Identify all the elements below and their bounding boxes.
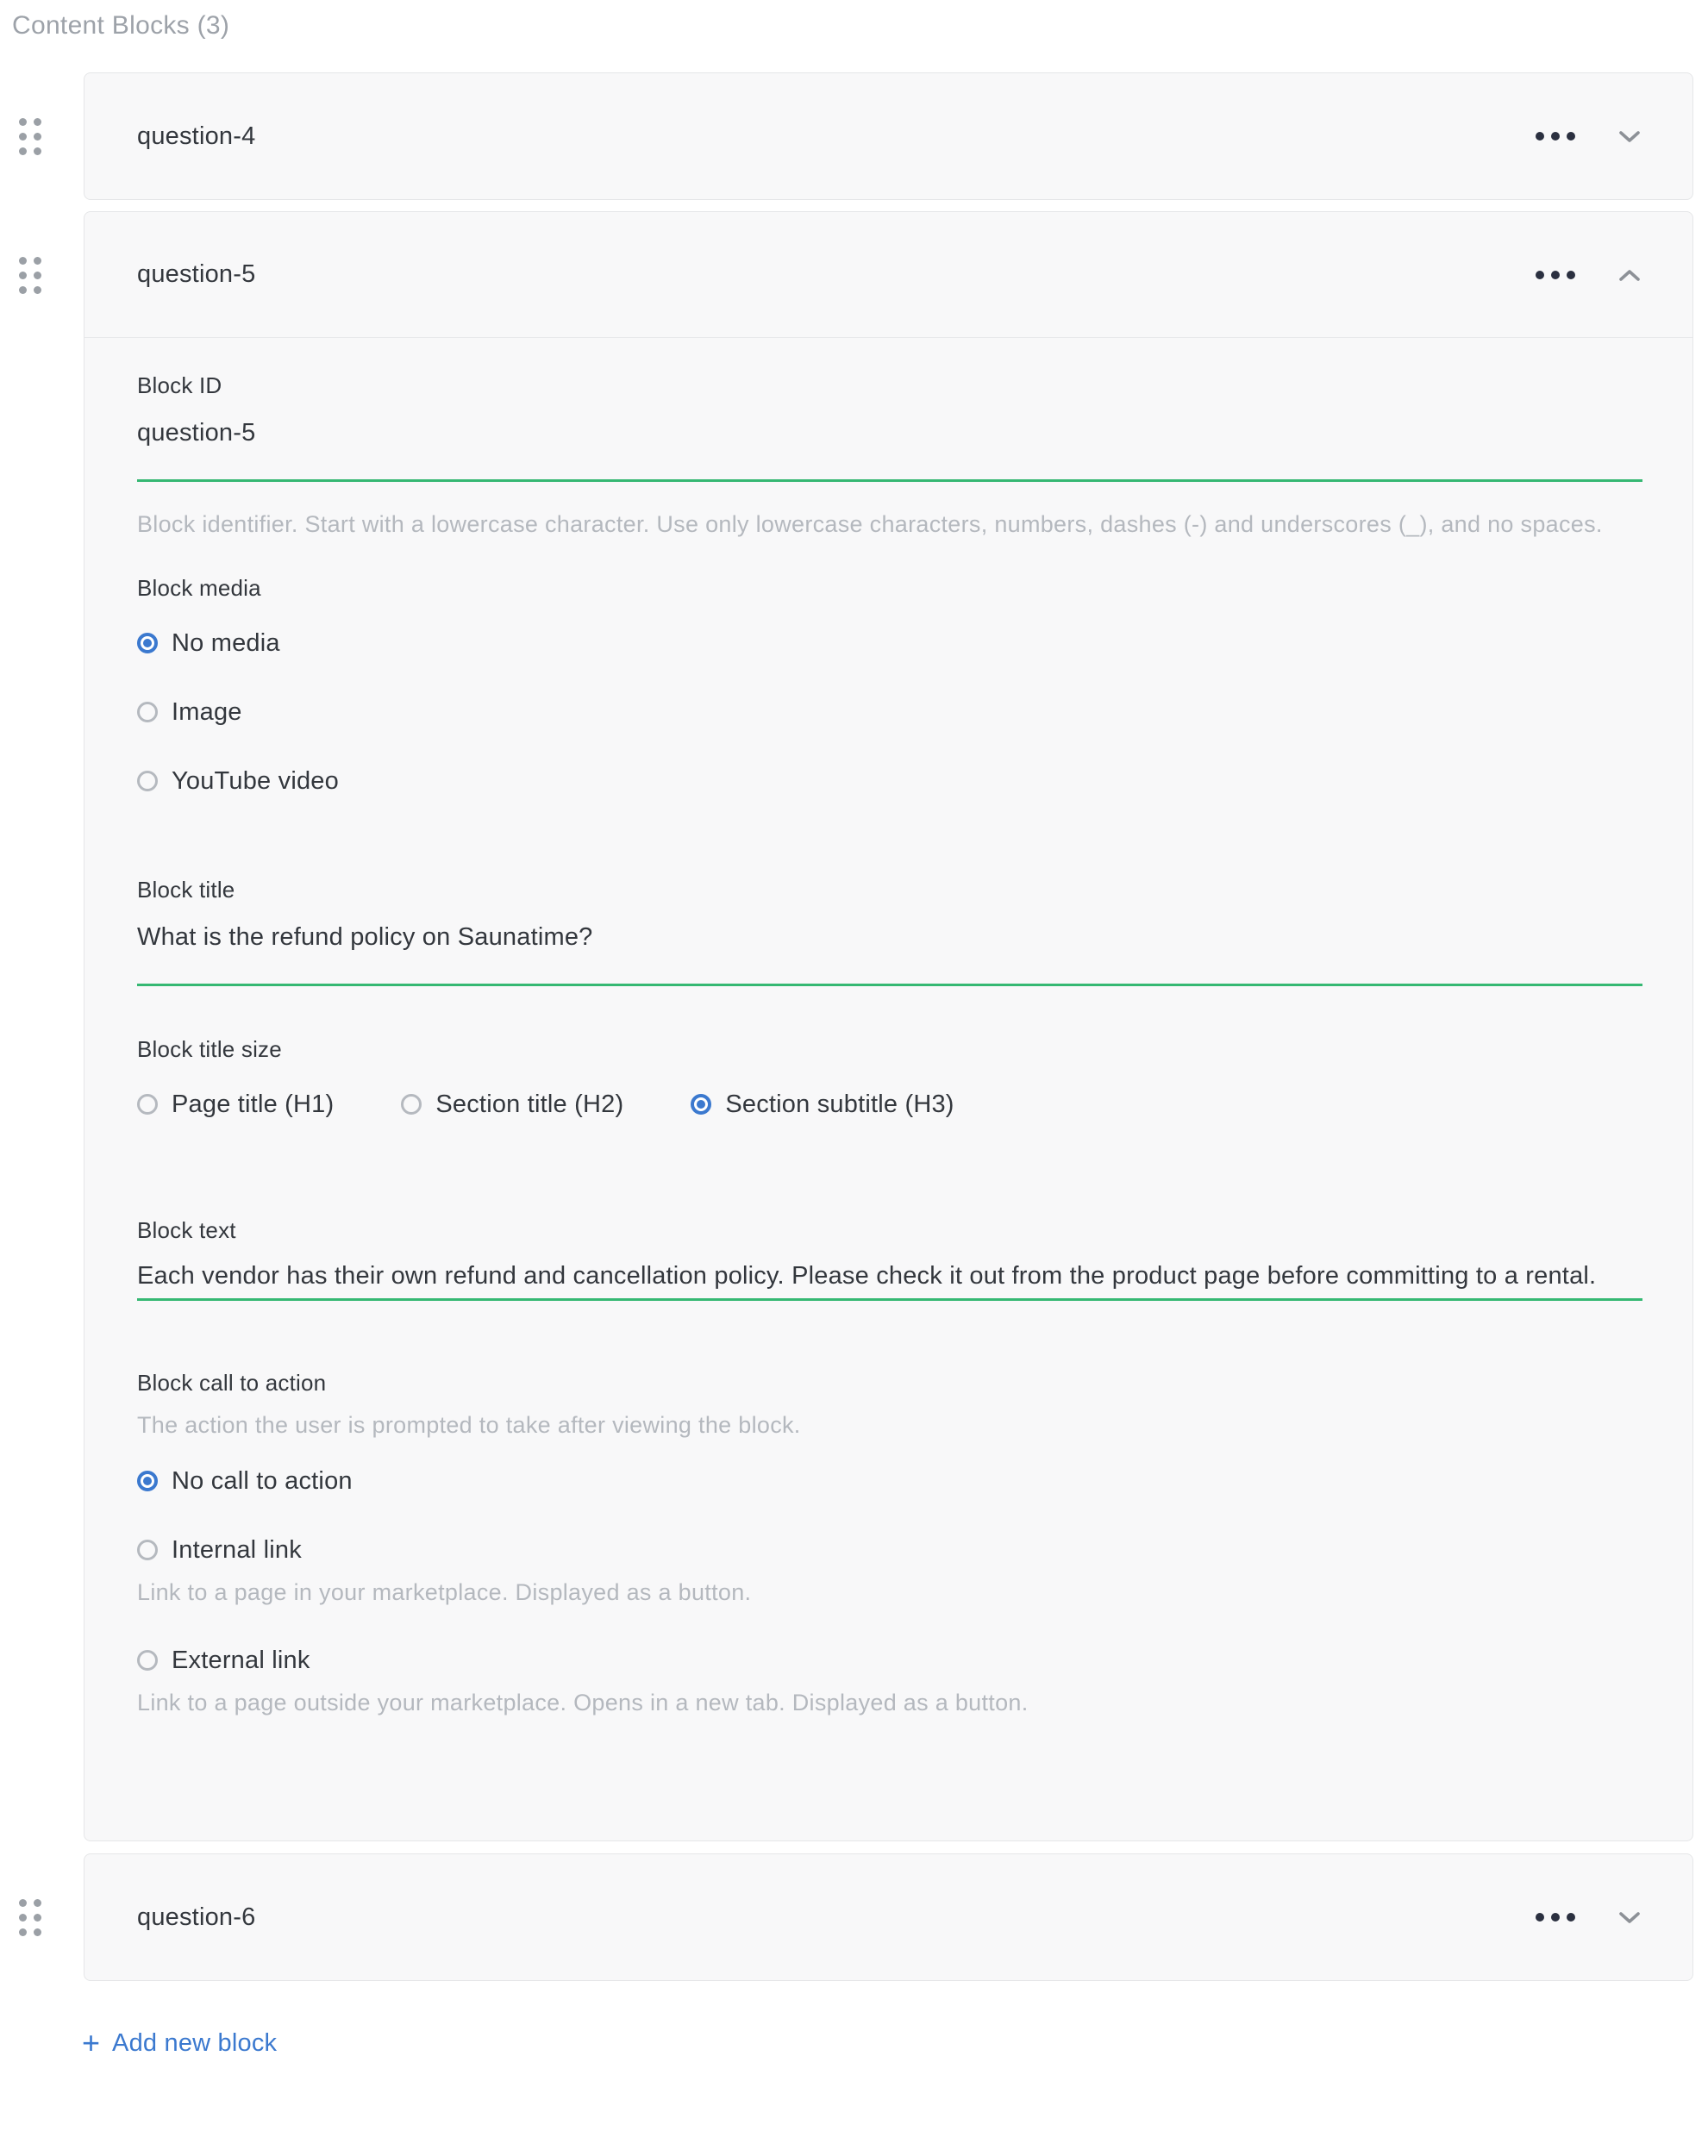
radio-label: Section title (H2) xyxy=(435,1090,623,1119)
block-header[interactable]: question-6 xyxy=(84,1854,1692,1980)
block-text-label: Block text xyxy=(137,1215,1642,1245)
radio-label: Internal link xyxy=(172,1536,302,1565)
block-id-help: Block identifier. Start with a lowercase… xyxy=(137,503,1642,546)
drag-handle-icon[interactable] xyxy=(19,1899,41,1936)
chevron-down-icon[interactable] xyxy=(1615,1907,1644,1928)
internal-link-help: Link to a page in your marketplace. Disp… xyxy=(137,1577,1642,1608)
plus-icon: + xyxy=(82,2026,100,2060)
block-card: question-4 xyxy=(84,72,1693,200)
radio-option-section-subtitle-h3[interactable]: Section subtitle (H3) xyxy=(691,1090,954,1119)
block-header[interactable]: question-5 xyxy=(84,212,1692,338)
block-question-6: question-6 xyxy=(84,1853,1693,1981)
radio-label: External link xyxy=(172,1647,310,1675)
block-question-4: question-4 xyxy=(84,72,1693,200)
radio-icon[interactable] xyxy=(137,1540,158,1560)
block-title-size-label: Block title size xyxy=(137,1034,1642,1064)
external-link-help: Link to a page outside your marketplace.… xyxy=(137,1687,1642,1718)
field-block-cta: Block call to action The action the user… xyxy=(137,1368,1642,1718)
radio-icon[interactable] xyxy=(691,1094,711,1115)
block-media-label: Block media xyxy=(137,573,1642,603)
radio-icon[interactable] xyxy=(137,633,158,653)
block-title-label: Block title xyxy=(137,875,1642,904)
block-title-input[interactable]: What is the refund policy on Saunatime? xyxy=(137,922,1642,986)
add-new-block-label: Add new block xyxy=(112,2026,277,2060)
field-block-media: Block media No media Image YouTube video xyxy=(137,573,1642,796)
content-blocks-panel: Content Blocks (3) question-4 xyxy=(0,0,1708,2060)
drag-handle-icon[interactable] xyxy=(19,118,41,155)
block-form: Block ID question-5 Block identifier. St… xyxy=(84,338,1692,1840)
block-cta-label: Block call to action xyxy=(137,1368,1642,1397)
radio-option-no-media[interactable]: No media xyxy=(137,628,1642,658)
blocks-list: question-4 question-5 xyxy=(84,72,1693,1981)
field-block-id: Block ID question-5 Block identifier. St… xyxy=(137,371,1642,546)
radio-icon[interactable] xyxy=(401,1094,422,1115)
page-title: Content Blocks (3) xyxy=(12,10,1708,41)
block-id-input[interactable]: question-5 xyxy=(137,417,1642,482)
radio-label: No call to action xyxy=(172,1467,353,1496)
radio-icon[interactable] xyxy=(137,1650,158,1671)
block-cta-help: The action the user is prompted to take … xyxy=(137,1409,1642,1440)
radio-icon[interactable] xyxy=(137,702,158,722)
block-text-input[interactable]: Each vendor has their own refund and can… xyxy=(137,1255,1642,1301)
block-header[interactable]: question-4 xyxy=(84,73,1692,199)
field-block-text: Block text Each vendor has their own ref… xyxy=(137,1215,1642,1301)
block-question-5: question-5 Block ID question-5 Block ide… xyxy=(84,211,1693,1841)
more-options-icon[interactable] xyxy=(1530,1908,1580,1927)
block-title-text: question-6 xyxy=(137,1903,255,1932)
radio-label: Section subtitle (H3) xyxy=(725,1090,954,1119)
radio-option-internal-link[interactable]: Internal link xyxy=(137,1535,1642,1565)
chevron-up-icon[interactable] xyxy=(1615,265,1644,285)
block-card: question-6 xyxy=(84,1853,1693,1981)
block-id-label: Block ID xyxy=(137,371,1642,400)
block-card: question-5 Block ID question-5 Block ide… xyxy=(84,211,1693,1841)
radio-icon[interactable] xyxy=(137,1471,158,1491)
more-options-icon[interactable] xyxy=(1530,266,1580,284)
block-title-text: question-5 xyxy=(137,260,255,289)
radio-option-no-call-to-action[interactable]: No call to action xyxy=(137,1466,1642,1496)
field-block-title: Block title What is the refund policy on… xyxy=(137,875,1642,986)
more-options-icon[interactable] xyxy=(1530,127,1580,146)
radio-row-title-size: Page title (H1) Section title (H2) Secti… xyxy=(137,1090,1642,1119)
radio-option-section-title-h2[interactable]: Section title (H2) xyxy=(401,1090,623,1119)
radio-icon[interactable] xyxy=(137,1094,158,1115)
chevron-down-icon[interactable] xyxy=(1615,126,1644,147)
radio-label: Page title (H1) xyxy=(172,1090,334,1119)
field-block-title-size: Block title size Page title (H1) Section… xyxy=(137,1034,1642,1119)
radio-label: Image xyxy=(172,698,242,727)
drag-handle-icon[interactable] xyxy=(19,257,41,294)
radio-label: YouTube video xyxy=(172,767,339,796)
block-title-text: question-4 xyxy=(137,122,255,151)
radio-label: No media xyxy=(172,629,280,658)
radio-icon[interactable] xyxy=(137,771,158,791)
radio-option-page-title-h1[interactable]: Page title (H1) xyxy=(137,1090,334,1119)
radio-option-youtube-video[interactable]: YouTube video xyxy=(137,766,1642,796)
add-new-block-button[interactable]: + Add new block xyxy=(82,2026,277,2060)
radio-option-image[interactable]: Image xyxy=(137,697,1642,727)
radio-option-external-link[interactable]: External link xyxy=(137,1646,1642,1675)
